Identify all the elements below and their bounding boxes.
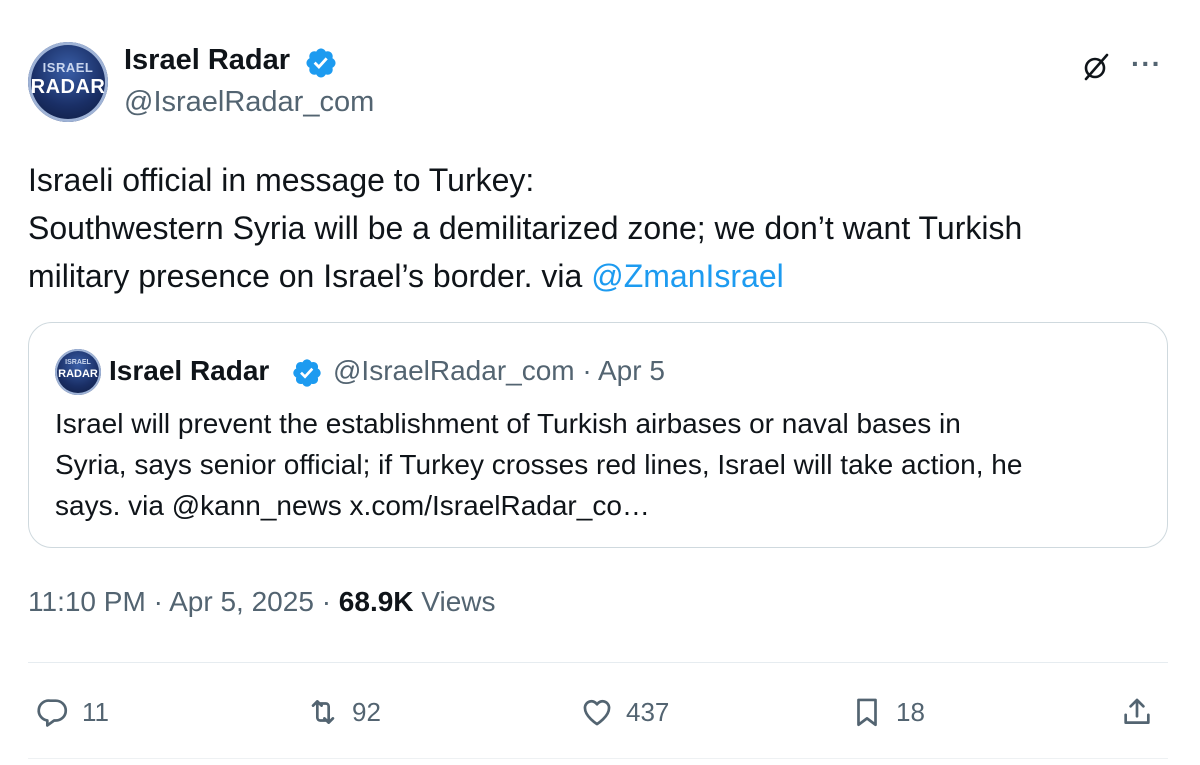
author-avatar[interactable]: ISRAEL RADAR (28, 42, 108, 122)
tweet-text-line: Southwestern Syria will be a demilitariz… (28, 210, 1023, 246)
like-count: 437 (626, 696, 670, 727)
quoted-text-line: Israel will prevent the establishment of… (55, 408, 961, 439)
views-count: 68.9K (338, 586, 414, 617)
tweet-text-segment: military presence on Israel’s border. vi… (28, 258, 592, 294)
mention-link[interactable]: @ZmanIsrael (591, 258, 784, 294)
reply-button[interactable]: 11 (36, 692, 109, 732)
tweet-text: Israeli official in message to Turkey: S… (28, 156, 1168, 300)
divider (28, 758, 1168, 759)
tweet-card: ISRAEL RADAR Israel Radar @IsraelRadar_c… (0, 0, 1200, 765)
quoted-meta: @IsraelRadar_com · Apr 5 (333, 355, 665, 387)
reply-count: 11 (82, 696, 109, 727)
verified-badge-icon (293, 359, 321, 387)
meta-separator: · (582, 355, 592, 386)
repost-icon (311, 700, 335, 724)
more-icon[interactable]: ··· (1131, 48, 1162, 80)
reply-icon (37, 699, 68, 727)
repost-count: 92 (352, 696, 381, 727)
quoted-tweet[interactable]: ISRAEL RADAR Israel Radar @IsraelRadar_c… (28, 322, 1168, 548)
bookmark-button[interactable]: 18 (850, 692, 925, 732)
bookmark-count: 18 (896, 696, 925, 727)
quoted-author-avatar[interactable]: ISRAEL RADAR (55, 349, 101, 395)
quoted-text-line: says. via @kann_news x.com/IsraelRadar_c… (55, 490, 650, 521)
quoted-text-line: Syria, says senior official; if Turkey c… (55, 449, 1023, 480)
verified-badge-icon (306, 48, 336, 78)
heart-icon (583, 699, 611, 726)
share-button[interactable] (1120, 692, 1154, 732)
avatar-logo-text-bottom: RADAR (30, 76, 106, 98)
repost-button[interactable]: 92 (306, 692, 381, 732)
bookmark-icon (857, 698, 877, 727)
timestamp-row: 11:10 PM · Apr 5, 2025 · 68.9K Views (28, 586, 495, 618)
quoted-avatar-logo-text-top: ISRAEL (65, 359, 91, 366)
tweet-text-line: military presence on Israel’s border. vi… (28, 252, 1168, 300)
share-icon (1124, 698, 1150, 724)
meta-separator: · (153, 586, 163, 617)
tweet-text-line: Israeli official in message to Turkey: (28, 162, 535, 198)
views-label: Views (421, 586, 496, 617)
post-date[interactable]: Apr 5, 2025 (169, 586, 314, 617)
quoted-avatar-logo-text-bottom: RADAR (58, 368, 98, 380)
author-handle[interactable]: @IsraelRadar_com (124, 86, 374, 119)
author-name[interactable]: Israel Radar (124, 44, 290, 77)
divider (28, 662, 1168, 663)
quoted-date[interactable]: Apr 5 (598, 355, 665, 386)
grok-icon[interactable] (1081, 52, 1111, 82)
post-time[interactable]: 11:10 PM (28, 586, 146, 617)
quoted-author-handle[interactable]: @IsraelRadar_com (333, 355, 575, 386)
quoted-author-name[interactable]: Israel Radar (109, 355, 269, 387)
quoted-tweet-text: Israel will prevent the establishment of… (55, 403, 1145, 526)
avatar-logo-text-top: ISRAEL (42, 60, 94, 75)
meta-separator: · (321, 586, 332, 617)
like-button[interactable]: 437 (580, 692, 669, 732)
